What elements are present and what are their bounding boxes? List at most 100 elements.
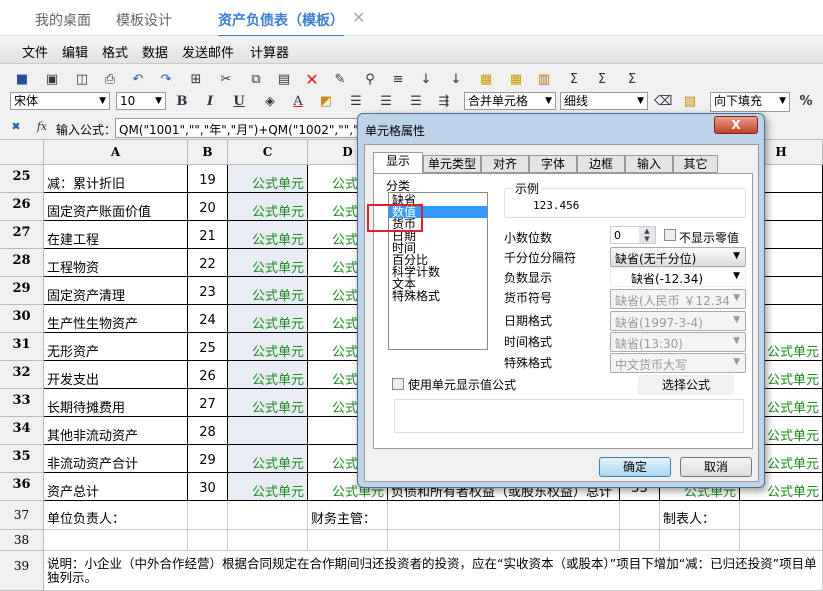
dialog-tab-other[interactable]: 其它: [673, 155, 718, 173]
tab-balance-sheet[interactable]: 资产负债表（模板）: [218, 10, 344, 38]
fill-down-select[interactable]: 向下填充 ▼: [710, 92, 790, 112]
close-tab-icon[interactable]: ✕: [352, 8, 365, 27]
paste-special-icon[interactable]: ▦: [478, 72, 494, 88]
cell-c27[interactable]: 公式单元: [228, 221, 308, 249]
cell-38[interactable]: [660, 530, 740, 551]
column-icon[interactable]: ▥: [536, 72, 552, 88]
cell-b34[interactable]: 28: [188, 417, 228, 445]
align-center-icon[interactable]: ☰: [378, 94, 394, 110]
spin-arrows-icon[interactable]: ▲ ▼: [639, 227, 655, 243]
choose-formula-button[interactable]: 选择公式: [638, 375, 734, 395]
cell-c34[interactable]: [228, 417, 308, 445]
percent-button[interactable]: %: [798, 94, 814, 110]
cell-g37[interactable]: 制表人：: [660, 501, 740, 530]
cell-38[interactable]: [740, 530, 823, 551]
menu-edit[interactable]: 编辑: [62, 42, 88, 61]
note-cell[interactable]: 说明：小企业（中外合作经营）根据合同规定在合作期间归还投资者的投资，应在“实收资…: [44, 551, 823, 591]
formula-textarea[interactable]: [394, 399, 744, 433]
select-all-corner[interactable]: [0, 140, 44, 165]
row-header[interactable]: 32: [0, 361, 44, 389]
cell-c36[interactable]: 公式单元: [228, 473, 308, 501]
underline-button[interactable]: U: [231, 94, 247, 110]
row-header[interactable]: 34: [0, 417, 44, 445]
cell-c29[interactable]: 公式单元: [228, 277, 308, 305]
cell-a31[interactable]: 无形资产: [44, 333, 188, 361]
line-style-select[interactable]: 细线 ▼: [560, 92, 648, 110]
cell-c32[interactable]: 公式单元: [228, 361, 308, 389]
row-header[interactable]: 36: [0, 473, 44, 501]
menu-send-mail[interactable]: 发送邮件: [182, 42, 234, 61]
dialog-tab-display[interactable]: 显示: [373, 152, 423, 174]
row-header[interactable]: 39: [0, 551, 44, 591]
cell-a25[interactable]: 减：累计折旧: [44, 165, 188, 193]
decimal-stepper[interactable]: 0 ▲ ▼: [610, 226, 656, 244]
cell-b33[interactable]: 27: [188, 389, 228, 417]
sum-icon[interactable]: Σ: [566, 72, 582, 88]
wrap-text-icon[interactable]: ⇶: [436, 94, 452, 110]
font-color-button[interactable]: A: [290, 94, 306, 110]
cell-e37[interactable]: [388, 501, 620, 530]
cancel-button[interactable]: 取消: [680, 457, 752, 477]
print-preview-icon[interactable]: ◫: [74, 72, 90, 88]
align-right-icon[interactable]: ☰: [408, 94, 424, 110]
cancel-formula-icon[interactable]: ✖: [8, 119, 24, 135]
cell-b35[interactable]: 29: [188, 445, 228, 473]
cell-c31[interactable]: 公式单元: [228, 333, 308, 361]
cell-c37[interactable]: [228, 501, 308, 530]
cell-38[interactable]: [620, 530, 660, 551]
replace-icon[interactable]: ≡: [390, 72, 406, 88]
sort-asc-icon[interactable]: ↓: [418, 72, 434, 88]
dialog-tab-input[interactable]: 输入: [625, 155, 673, 173]
cell-a27[interactable]: 在建工程: [44, 221, 188, 249]
select-all-icon[interactable]: ⊞: [188, 72, 204, 88]
cell-a30[interactable]: 生产性生物资产: [44, 305, 188, 333]
dialog-tab-font[interactable]: 字体: [529, 155, 577, 173]
row-header[interactable]: 26: [0, 193, 44, 221]
cell-c26[interactable]: 公式单元: [228, 193, 308, 221]
cell-h37[interactable]: [740, 501, 823, 530]
formula-input[interactable]: QM("1001","","年","月")+QM("1002","","年","…: [115, 118, 375, 138]
dialog-tab-border[interactable]: 边框: [577, 155, 625, 173]
cell-c30[interactable]: 公式单元: [228, 305, 308, 333]
column-sum-icon[interactable]: Σ: [624, 72, 640, 88]
row-header[interactable]: 25: [0, 165, 44, 193]
cell-d37[interactable]: 财务主管：: [308, 501, 388, 530]
cell-b25[interactable]: 19: [188, 165, 228, 193]
use-formula-checkbox[interactable]: [392, 378, 404, 390]
cell-b37[interactable]: [188, 501, 228, 530]
row-header[interactable]: 28: [0, 249, 44, 277]
column-header[interactable]: C: [228, 140, 308, 165]
format-brush-icon[interactable]: ✎: [332, 72, 348, 88]
row-header[interactable]: 37: [0, 501, 44, 530]
save-icon[interactable]: ■: [14, 72, 30, 88]
cell-a32[interactable]: 开发支出: [44, 361, 188, 389]
merge-cells-select[interactable]: 合并单元格 ▼: [464, 92, 556, 110]
cell-c33[interactable]: 公式单元: [228, 389, 308, 417]
cell-a35[interactable]: 非流动资产合计: [44, 445, 188, 473]
paste-icon[interactable]: ▤: [276, 72, 292, 88]
properties-icon[interactable]: ▧: [682, 94, 698, 110]
row-header[interactable]: 30: [0, 305, 44, 333]
bold-button[interactable]: B: [174, 94, 190, 110]
cell-c25[interactable]: 公式单元: [228, 165, 308, 193]
cut-icon[interactable]: ✂: [218, 72, 234, 88]
cell-c35[interactable]: 公式单元: [228, 445, 308, 473]
row-header[interactable]: 31: [0, 333, 44, 361]
cell-38[interactable]: [228, 530, 308, 551]
row-header[interactable]: 35: [0, 445, 44, 473]
menu-calculator[interactable]: 计算器: [250, 42, 289, 61]
row-sum-icon[interactable]: Σ: [594, 72, 610, 88]
cell-38[interactable]: [188, 530, 228, 551]
print-icon[interactable]: ⎙: [102, 72, 118, 88]
cell-38[interactable]: [308, 530, 388, 551]
font-family-select[interactable]: 宋体 ▼: [10, 92, 110, 110]
dialog-tab-align[interactable]: 对齐: [481, 155, 529, 173]
cell-b27[interactable]: 21: [188, 221, 228, 249]
row-header[interactable]: 29: [0, 277, 44, 305]
cell-c28[interactable]: 公式单元: [228, 249, 308, 277]
italic-button[interactable]: I: [202, 94, 218, 110]
eraser-icon[interactable]: ⌫: [654, 94, 672, 110]
undo-icon[interactable]: ↶: [130, 72, 146, 88]
cell-38[interactable]: [388, 530, 620, 551]
redo-icon[interactable]: ↷: [158, 72, 174, 88]
